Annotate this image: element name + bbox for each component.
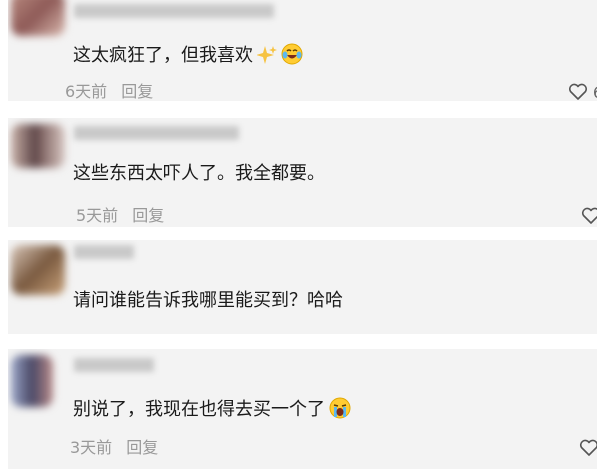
sparkles-icon (256, 45, 277, 71)
heart-icon (579, 439, 597, 456)
comment-body: 请问谁能告诉我哪里能买到？哈哈 (73, 290, 343, 311)
reply-button[interactable]: 回复 (126, 438, 158, 457)
comment-card: 别说了，我现在也得去买一个了 3天前 回复 (8, 349, 597, 469)
username[interactable] (74, 4, 274, 18)
avatar[interactable] (11, 245, 65, 295)
comment-meta: 3天前 回复 (70, 439, 158, 457)
crying-face-icon (329, 397, 351, 425)
avatar[interactable] (11, 0, 65, 36)
comment-body: 这太疯狂了，但我喜欢 (73, 45, 253, 66)
like-count: 6 (593, 83, 597, 102)
comment-body: 别说了，我现在也得去买一个了 (73, 399, 325, 420)
comment-card: 这太疯狂了，但我喜欢 6天前回复 6 (8, 0, 597, 101)
username[interactable] (74, 358, 154, 372)
comment-card: 这些东西太吓人了。我全都要。 5天前 回复 (8, 118, 597, 227)
like-button[interactable]: 6 (568, 83, 597, 101)
comment-text: 这些东西太吓人了。我全都要。 (73, 163, 325, 185)
avatar[interactable] (11, 124, 65, 168)
comment-text: 请问谁能告诉我哪里能买到？哈哈 (73, 290, 343, 312)
username[interactable] (74, 245, 134, 259)
username[interactable] (74, 126, 239, 140)
reply-button[interactable]: 回复 (121, 82, 153, 101)
laughing-tears-icon (281, 43, 303, 71)
avatar[interactable] (11, 355, 53, 407)
comment-time: 6天前 (65, 82, 108, 101)
comment-time: 3天前 (70, 438, 113, 457)
heart-icon (581, 207, 597, 224)
heart-icon (568, 83, 587, 100)
like-button[interactable] (581, 207, 597, 226)
like-button[interactable] (579, 439, 597, 458)
comment-body: 这些东西太吓人了。我全都要。 (73, 163, 325, 184)
comment-text: 这太疯狂了，但我喜欢 (73, 43, 303, 71)
comment-meta: 6天前 回复 (65, 83, 153, 101)
comment-text: 别说了，我现在也得去买一个了 (73, 397, 351, 425)
comment-card: 请问谁能告诉我哪里能买到？哈哈 (8, 240, 597, 334)
reply-button[interactable]: 回复 (132, 206, 164, 225)
comment-time: 5天前 (76, 206, 119, 225)
comment-meta: 5天前 回复 (76, 207, 164, 225)
